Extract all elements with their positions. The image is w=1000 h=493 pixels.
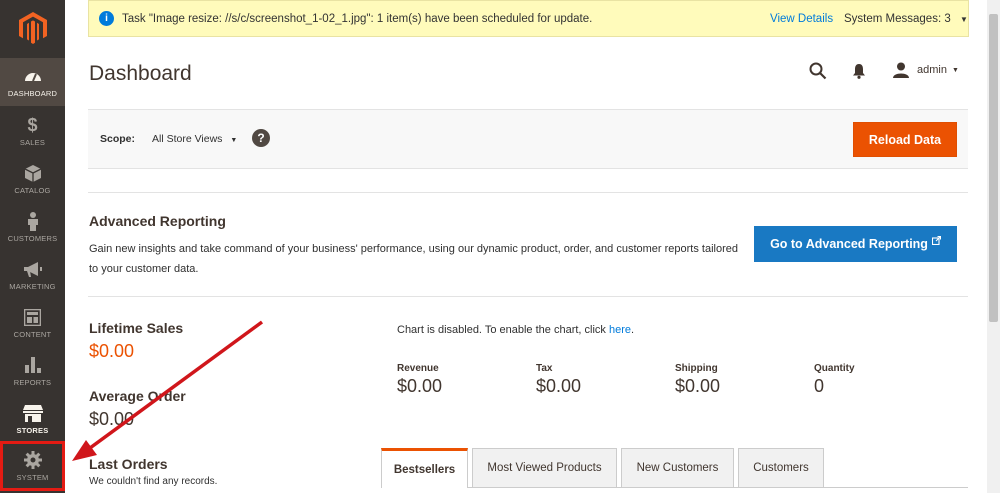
admin-username: admin	[917, 64, 947, 76]
person-icon	[27, 211, 39, 231]
chart-disabled-message: Chart is disabled. To enable the chart, …	[397, 324, 634, 336]
store-view-switcher[interactable]: All Store Views ▼	[152, 133, 237, 145]
megaphone-icon	[23, 259, 43, 279]
chart-disabled-period: .	[631, 324, 635, 336]
layout-icon	[24, 307, 41, 327]
store-view-value: All Store Views	[152, 133, 223, 145]
system-message-bar: i Task "Image resize: //s/c/screenshot_1…	[88, 0, 969, 37]
caret-down-icon: ▼	[230, 137, 238, 144]
advanced-reporting-title: Advanced Reporting	[89, 213, 226, 229]
divider	[88, 192, 968, 193]
sidebar-item-customers[interactable]: CUSTOMERS	[0, 203, 65, 251]
sidebar-item-catalog[interactable]: CATALOG	[0, 155, 65, 203]
quantity-value: 0	[814, 376, 825, 396]
storefront-icon	[22, 403, 43, 423]
magento-logo[interactable]	[0, 0, 65, 55]
dollar-icon: $	[27, 114, 38, 135]
average-order-value: $0.00	[89, 409, 135, 429]
lifetime-sales-value: $0.00	[89, 341, 135, 361]
shipping-label: Shipping	[675, 363, 718, 374]
bar-chart-icon	[24, 355, 41, 375]
chart-disabled-text: Chart is disabled. To enable the chart, …	[397, 324, 609, 336]
shipping-value: $0.00	[675, 376, 721, 396]
scope-label: Scope:	[100, 133, 136, 145]
sidebar-item-reports[interactable]: REPORTS	[0, 347, 65, 395]
divider	[88, 296, 968, 297]
sidebar-item-dashboard[interactable]: DASHBOARD	[0, 58, 65, 106]
bell-icon[interactable]	[852, 63, 866, 84]
tab-bestsellers[interactable]: Bestsellers	[381, 448, 468, 488]
tab-most-viewed-products[interactable]: Most Viewed Products	[472, 448, 617, 488]
tab-customers[interactable]: Customers	[738, 448, 824, 488]
sidebar-item-stores[interactable]: STORES	[0, 395, 65, 443]
quantity-label: Quantity	[814, 363, 855, 374]
user-icon	[893, 62, 909, 78]
help-icon[interactable]: ?	[252, 129, 270, 147]
info-icon: i	[99, 11, 114, 26]
reload-data-button[interactable]: Reload Data	[853, 122, 957, 157]
view-details-link[interactable]: View Details	[770, 13, 833, 25]
sidebar-item-marketing[interactable]: MARKETING	[0, 251, 65, 299]
admin-user-menu[interactable]: admin ▼	[893, 62, 959, 78]
go-to-advanced-reporting-button[interactable]: Go to Advanced Reporting	[754, 226, 957, 262]
system-messages-toggle[interactable]: System Messages: 3 ▼	[844, 13, 968, 25]
last-orders-label: Last Orders	[89, 456, 168, 472]
last-orders-empty-message: We couldn't find any records.	[89, 476, 218, 487]
tax-label: Tax	[536, 363, 553, 374]
average-order-label: Average Order	[89, 388, 186, 404]
sidebar-item-system[interactable]: SYSTEM	[0, 441, 65, 491]
system-messages-label: System Messages: 3	[844, 12, 951, 25]
system-message-text: Task "Image resize: //s/c/screenshot_1-0…	[122, 12, 593, 25]
caret-down-icon: ▼	[959, 14, 968, 24]
magento-logo-icon	[18, 11, 47, 44]
scrollbar-thumb[interactable]	[989, 14, 998, 322]
revenue-label: Revenue	[397, 363, 439, 374]
lifetime-sales-label: Lifetime Sales	[89, 320, 184, 336]
tab-new-customers[interactable]: New Customers	[621, 448, 734, 488]
admin-sidebar: DASHBOARD $ SALES CATALOG CUSTOMERS MARK…	[0, 0, 65, 493]
search-icon[interactable]	[809, 62, 827, 85]
tax-value: $0.00	[536, 376, 582, 396]
enable-chart-link[interactable]: here	[609, 324, 631, 336]
scope-toolbar: Scope: All Store Views ▼ ? Reload Data	[88, 109, 968, 169]
box-icon	[24, 163, 41, 183]
revenue-value: $0.00	[397, 376, 443, 396]
caret-down-icon: ▼	[951, 66, 959, 74]
advanced-reporting-button-label: Go to Advanced Reporting	[770, 237, 928, 251]
page-title: Dashboard	[89, 62, 192, 85]
gear-icon	[23, 450, 42, 470]
sidebar-item-content[interactable]: CONTENT	[0, 299, 65, 347]
dashboard-icon	[24, 66, 42, 86]
advanced-reporting-description: Gain new insights and take command of yo…	[89, 243, 738, 275]
external-link-icon	[931, 235, 941, 245]
sidebar-item-sales[interactable]: $ SALES	[0, 107, 65, 155]
